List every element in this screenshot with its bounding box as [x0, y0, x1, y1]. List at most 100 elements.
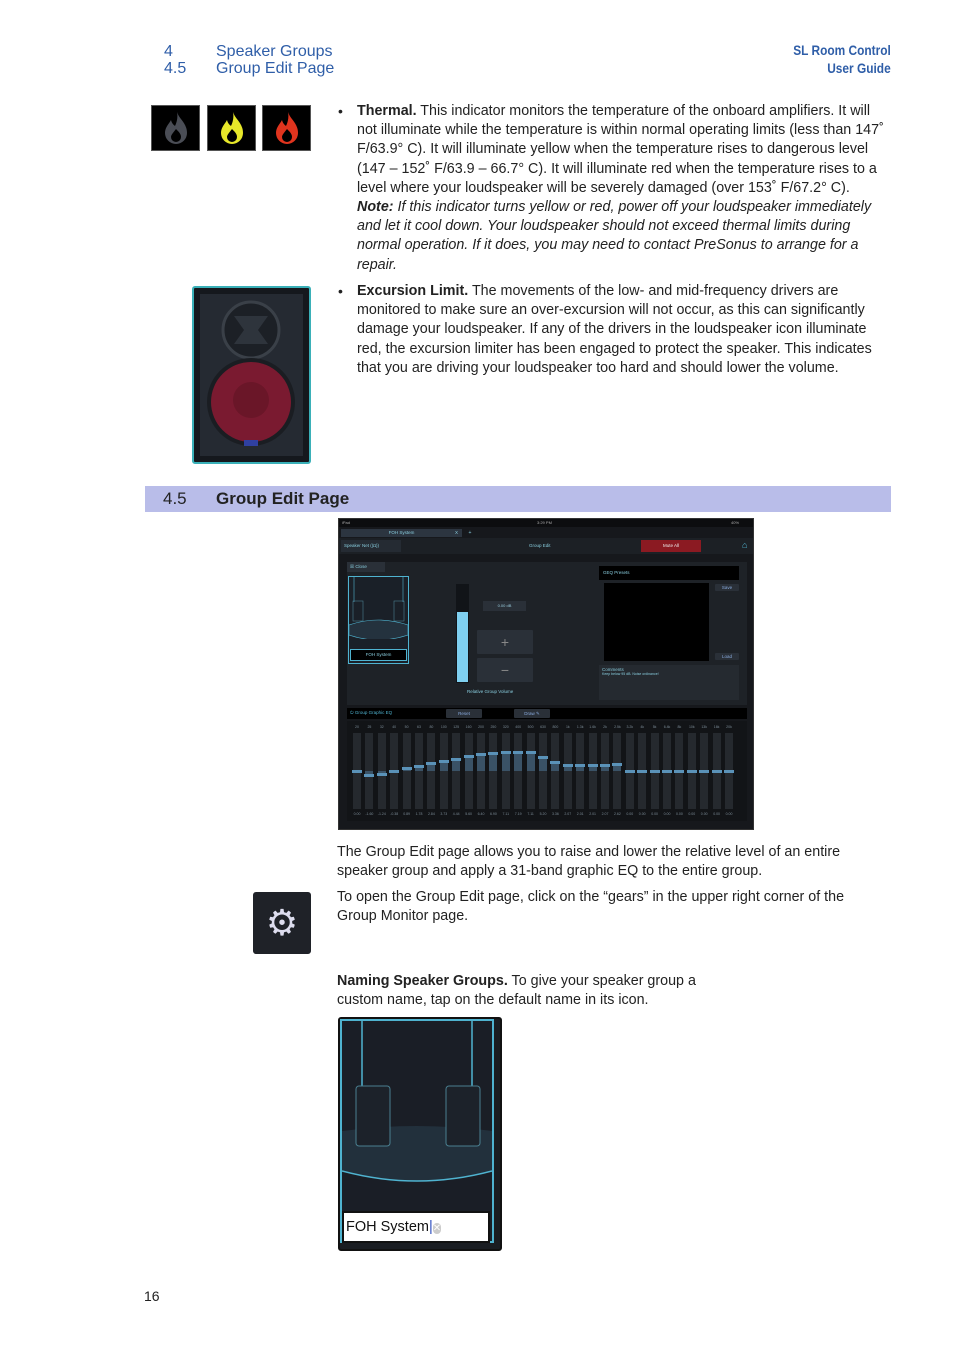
eq-band-slider[interactable] — [563, 733, 572, 809]
eq-header: ⏻ Group Graphic EQ Reset Draw ✎ — [347, 708, 747, 719]
eq-band-handle[interactable] — [438, 760, 449, 764]
volume-down-button[interactable]: − — [477, 658, 533, 682]
power-icon[interactable]: ⏻ — [350, 710, 354, 715]
eq-chart: 20 0.00 25 -1.60 32 -1.24 40 -0.38 50 0.89 63 1.78 8… — [347, 721, 747, 821]
save-preset-button[interactable]: Save — [715, 584, 739, 591]
group-icon[interactable]: FOH System — [348, 576, 409, 664]
eq-band-fill — [452, 759, 461, 771]
eq-band-handle[interactable] — [538, 756, 548, 760]
group-icon-large[interactable]: FOH System|✕ — [338, 1017, 502, 1251]
group-name-label[interactable]: FOH System — [350, 649, 407, 661]
gears-icon: ⚙ — [253, 892, 311, 954]
flame-icon-yellow — [207, 105, 256, 151]
comments-box[interactable]: Comments Keep below 95 dB. Noise ordinanc… — [599, 665, 739, 700]
volume-db-readout: 0.00 dB — [483, 601, 526, 611]
speaker-net-button[interactable]: Speaker Net ((◘)) — [341, 540, 401, 552]
eq-band-label: 2k — [603, 725, 607, 729]
eq-band-handle[interactable] — [364, 773, 375, 777]
section-heading-number: 4.5 — [163, 489, 187, 508]
eq-band-handle[interactable] — [674, 769, 685, 773]
eq-band-handle[interactable] — [352, 769, 362, 773]
eq-band-handle[interactable] — [724, 769, 734, 773]
eq-band-handle[interactable] — [711, 769, 722, 773]
eq-band-value: 5.60 — [465, 812, 472, 816]
eq-band-handle[interactable] — [401, 767, 412, 771]
excursion-paragraph: Excursion Limit. The movements of the lo… — [357, 282, 887, 378]
eq-band-label: 320 — [502, 725, 509, 729]
eq-band-label: 32 — [379, 725, 384, 729]
eq-band-slider[interactable] — [452, 733, 461, 809]
eq-band-handle[interactable] — [649, 769, 660, 773]
eq-band-handle[interactable] — [600, 764, 610, 768]
mute-all-button[interactable]: Mute All — [641, 540, 701, 552]
eq-band-value: 4.44 — [452, 812, 460, 816]
eq-band-handle[interactable] — [414, 764, 424, 768]
eq-band-handle[interactable] — [562, 764, 573, 768]
eq-band-label: 8k — [677, 725, 682, 729]
eq-band-handle[interactable] — [686, 769, 697, 773]
naming-title: Naming Speaker Groups. — [337, 973, 508, 989]
volume-meter[interactable] — [456, 584, 469, 683]
eq-band-label: 13k — [701, 725, 708, 729]
eq-band-handle[interactable] — [500, 751, 511, 755]
eq-band-handle[interactable] — [550, 760, 561, 764]
eq-band-handle[interactable] — [612, 762, 623, 766]
load-preset-button[interactable]: Load — [715, 653, 739, 660]
eq-band-handle[interactable] — [389, 770, 400, 774]
eq-band-label: 3.2k — [626, 725, 634, 729]
flame-icon-gray — [151, 105, 200, 151]
eq-band-slider[interactable] — [415, 733, 423, 809]
close-button[interactable]: ☒ Close — [347, 562, 385, 572]
loudspeaker-image — [192, 286, 311, 464]
eq-band-value: 1.78 — [415, 812, 423, 816]
eq-band-slider[interactable] — [613, 733, 622, 809]
eq-band-slider[interactable] — [576, 733, 585, 809]
eq-band-handle[interactable] — [463, 755, 474, 759]
eq-band-value: 0.00 — [651, 812, 658, 816]
eq-band-slider[interactable] — [427, 733, 436, 809]
eq-band-handle[interactable] — [624, 769, 635, 773]
clear-text-icon[interactable]: ✕ — [432, 1223, 442, 1234]
group-name-input[interactable]: FOH System|✕ — [342, 1211, 490, 1243]
eq-band-slider[interactable] — [501, 733, 510, 809]
eq-band-slider[interactable] — [551, 733, 560, 809]
eq-band-handle[interactable] — [513, 751, 524, 755]
eq-band-handle[interactable] — [699, 769, 710, 773]
eq-band-slider[interactable] — [588, 733, 597, 809]
eq-band-handle[interactable] — [376, 772, 387, 776]
eq-reset-button[interactable]: Reset — [446, 709, 482, 718]
eq-band-slider[interactable] — [514, 733, 523, 809]
eq-band-handle[interactable] — [525, 751, 536, 755]
eq-band-slider[interactable] — [439, 733, 448, 809]
eq-band-value: 0.00 — [700, 812, 708, 816]
eq-band-slider[interactable] — [464, 733, 473, 809]
home-icon[interactable]: ⌂ — [742, 540, 752, 550]
eq-draw-button[interactable]: Draw ✎ — [514, 709, 550, 718]
eq-band-slider[interactable] — [489, 733, 498, 809]
clock: 3:29 PM — [537, 520, 552, 525]
tab-foh-system[interactable]: FOH System X — [341, 529, 462, 537]
volume-up-button[interactable]: + — [477, 630, 533, 654]
chapter-title: Speaker Groups — [216, 43, 333, 60]
tab-close-button[interactable]: X — [455, 529, 458, 537]
eq-band-handle[interactable] — [451, 758, 462, 762]
eq-band-handle[interactable] — [476, 753, 486, 757]
add-tab-button[interactable]: + — [464, 529, 476, 537]
eq-band-handle[interactable] — [575, 764, 586, 768]
eq-band-slider[interactable] — [526, 733, 535, 809]
eq-band-handle[interactable] — [662, 769, 672, 773]
eq-band-slider[interactable] — [539, 733, 547, 809]
section-number: 4.5 — [164, 60, 187, 77]
naming-paragraph: Naming Speaker Groups. To give your spea… — [337, 972, 717, 1010]
eq-band-value: -1.60 — [365, 812, 374, 816]
eq-band-handle[interactable] — [426, 762, 437, 766]
eq-band-handle[interactable] — [637, 769, 648, 773]
eq-band-slider[interactable] — [477, 733, 485, 809]
preset-list[interactable] — [604, 583, 709, 661]
eq-band-slider[interactable] — [402, 733, 411, 809]
eq-band-value: 2.07 — [601, 812, 609, 816]
eq-band-handle[interactable] — [488, 752, 499, 756]
eq-band-handle[interactable] — [587, 764, 598, 768]
note-text: If this indicator turns yellow or red, p… — [357, 199, 872, 273]
eq-band-slider[interactable] — [601, 733, 609, 809]
